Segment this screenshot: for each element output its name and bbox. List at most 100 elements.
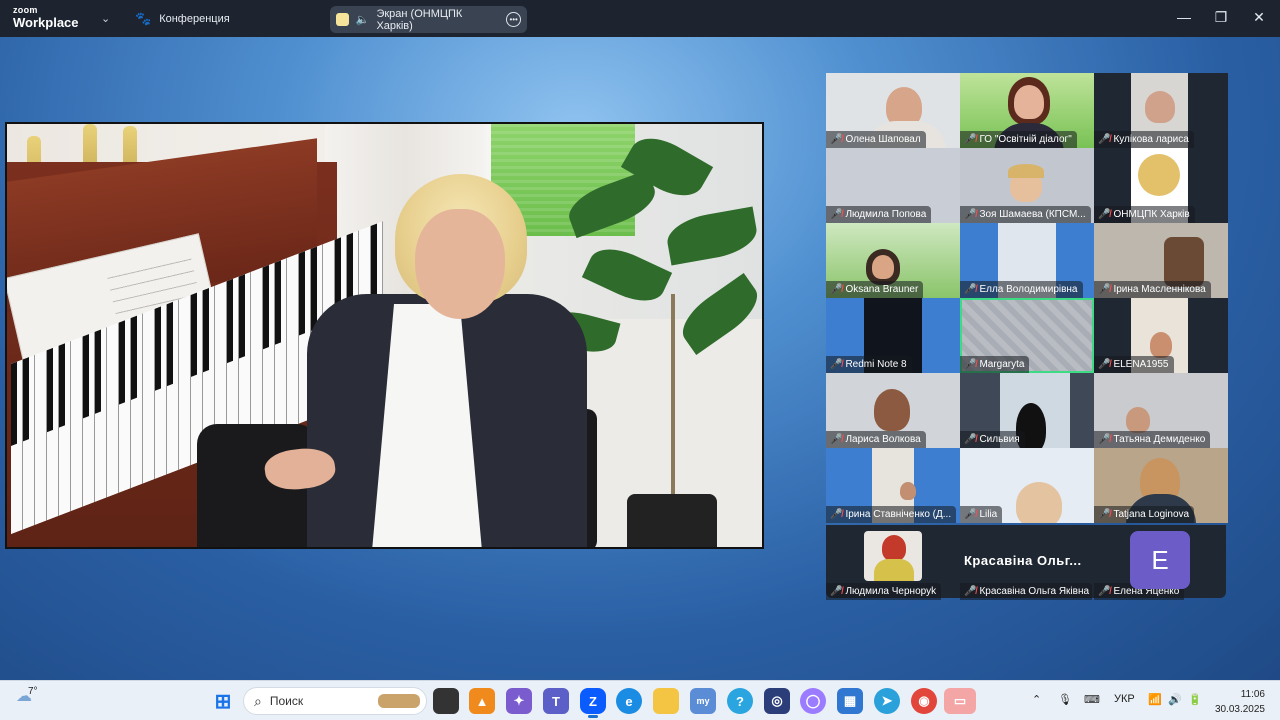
participant-tile[interactable]: 🎤̸ Сильвия [960,373,1094,448]
search-icon: ⌕ [254,692,262,709]
myhp-icon[interactable]: my [690,688,716,714]
shared-video[interactable] [5,122,764,549]
mic-off-icon: 🎤̸ [1098,586,1111,597]
participant-tile[interactable]: 🎤̸ Людмила Черноруk [826,525,960,600]
wifi-icon[interactable]: 📶 [1148,693,1162,706]
mic-icon[interactable]: 🎙 [1058,693,1072,706]
mic-off-icon: 🎤̸ [1098,434,1111,445]
teams-icon[interactable]: T [543,688,569,714]
windows-start-icon[interactable]: ⊞ [210,688,236,714]
vlc-icon[interactable]: ▲ [469,688,495,714]
participant-tile[interactable]: 🎤̸ Татьяна Демиденко [1094,373,1228,448]
participant-tile[interactable]: 🎤̸ Кулікова лариса [1094,73,1228,148]
maximize-button[interactable]: ❐ [1211,9,1231,26]
chrome-icon[interactable]: ◉ [911,688,937,714]
taskbar: ☁ 7° ⊞ ⌕ Поиск ▲ ✦ T Z e my ? ◎ ◯ ▦ ➤ ◉ … [0,680,1280,720]
share-indicator-icon [336,13,349,26]
task-view-icon[interactable] [433,688,459,714]
remote-icon[interactable]: ◎ [764,688,790,714]
speaker-face [415,209,505,319]
participant-name: Oksana Brauner [845,284,919,295]
participant-name: Ірина Масленнікова [1113,284,1206,295]
participant-name: Lilia [979,509,998,520]
volume-icon[interactable]: 🔊 [1168,693,1182,706]
participant-tile[interactable]: 🎤̸ Олена Шаповал [826,73,960,148]
participant-name: Redmi Note 8 [845,359,907,370]
participant-tile[interactable]: 🎤̸ Tatjana Loginova [1094,448,1228,523]
plant-pot [627,494,717,547]
keyboard-icon[interactable]: ⌨ [1084,693,1100,706]
mic-off-icon: 🎤̸ [964,284,977,295]
participant-name: Красавіна Ольга Яківна [979,586,1090,597]
participant-tile[interactable]: 🎤̸ Oksana Brauner [826,223,960,298]
mic-off-icon: 🎤̸ [1098,284,1111,295]
participant-tile[interactable]: 🎤̸ Redmi Note 8 [826,298,960,373]
participant-tile-active[interactable]: 🎤̸ Margaryta [960,298,1094,373]
bridge-icon [378,694,420,708]
participant-gallery: 🎤̸ Олена Шаповал 🎤̸ ГО "Освітній діалог" 🎤… [826,73,1228,600]
participant-name: Ірина Ставніченко (Д... [845,509,952,520]
store-icon[interactable]: ▦ [837,688,863,714]
participant-tile[interactable]: 🎤̸ ГО "Освітній діалог" [960,73,1094,148]
weather-widget[interactable]: ☁ 7° [16,686,38,706]
participant-name: Людмила Попова [845,209,927,220]
telegram-icon[interactable]: ➤ [874,688,900,714]
more-options-icon[interactable]: ••• [506,12,522,27]
participant-name: Татьяна Демиденко [1113,434,1206,445]
battery-icon[interactable]: 🔋 [1188,693,1202,706]
active-indicator [588,715,598,718]
participant-tile[interactable]: 🎤̸ Людмила Попова [826,148,960,223]
participant-tile[interactable]: 🎤̸ Зоя Шамаева (КПСМ... [960,148,1094,223]
participant-tile[interactable]: 🎤̸ Ірина Ставніченко (Д... [826,448,960,523]
mic-off-icon: 🎤̸ [830,209,843,220]
participant-tile[interactable]: 🎤̸ ELENA1955 [1094,298,1228,373]
participant-name: Кулікова лариса [1113,134,1189,145]
zoom-taskbar-icon[interactable]: Z [580,688,606,714]
participant-name: Зоя Шамаева (КПСМ... [979,209,1086,220]
screen-share-taskbar-icon[interactable]: ▭ [944,688,976,714]
weather-temp: 7° [28,686,38,697]
participant-tile[interactable]: 🎤̸ Ірина Масленнікова [1094,223,1228,298]
participant-name: ОНМЦПК Харків [1113,209,1190,220]
clock-date: 30.03.2025 [1214,704,1265,715]
title-bar: zoom Workplace ⌄ 🐾 Конференция 🔈 Экран (… [0,0,1280,37]
edge-icon[interactable]: e [616,688,642,714]
help-icon[interactable]: ? [727,688,753,714]
zoom-logo[interactable]: zoom Workplace [13,5,79,30]
participant-tile[interactable]: 🎤̸ ОНМЦПК Харків [1094,148,1228,223]
chevron-down-icon[interactable]: ⌄ [101,12,110,25]
mic-off-icon: 🎤̸ [1098,134,1111,145]
minimize-button[interactable]: — [1174,9,1194,25]
mic-off-icon: 🎤̸ [830,284,843,295]
language-indicator[interactable]: УКР [1114,693,1135,705]
conference-menu[interactable]: 🐾 Конференция [135,11,230,27]
screen-share-pill[interactable]: 🔈 Экран (ОНМЦПК Харків) ••• [330,6,527,33]
clock-time: 11:06 [1240,689,1265,700]
mic-off-icon: 🎤̸ [964,434,977,445]
mic-off-icon: 🎤̸ [964,359,977,370]
clock[interactable]: 11:06 30.03.2025 [1213,687,1265,717]
screen-share-label: Экран (ОНМЦПК Харків) [376,7,463,32]
close-button[interactable]: ✕ [1249,9,1269,26]
logo-small-text: zoom [13,5,38,15]
mic-off-icon: 🎤̸ [964,209,977,220]
participant-name: Олена Шаповал [845,134,921,145]
logo-big-text: Workplace [13,15,79,30]
participant-big-name: Красавіна Ольг... [964,553,1082,568]
folder-icon[interactable] [653,688,679,714]
participant-name: Tatjana Loginova [1113,509,1190,520]
participant-name: ELENA1955 [1113,359,1169,370]
search-input[interactable]: ⌕ Поиск [243,687,427,715]
copilot-icon[interactable]: ✦ [506,688,532,714]
participant-tile[interactable]: 🎤̸ Елла Володимирівна [960,223,1094,298]
alice-icon[interactable]: ◯ [800,688,826,714]
chevron-up-icon[interactable]: ⌃ [1032,693,1041,706]
participant-name: Елла Володимирівна [979,284,1078,295]
participant-tile[interactable]: 🎤̸ Лариса Волкова [826,373,960,448]
conference-label: Конференция [159,13,230,25]
speaker-icon[interactable]: 🔈 [356,13,370,26]
mic-off-icon: 🎤̸ [964,509,977,520]
mic-off-icon: 🎤̸ [1098,509,1111,520]
participant-tile[interactable]: 🎤̸ Lilia [960,448,1094,523]
mic-off-icon: 🎤̸ [830,434,843,445]
